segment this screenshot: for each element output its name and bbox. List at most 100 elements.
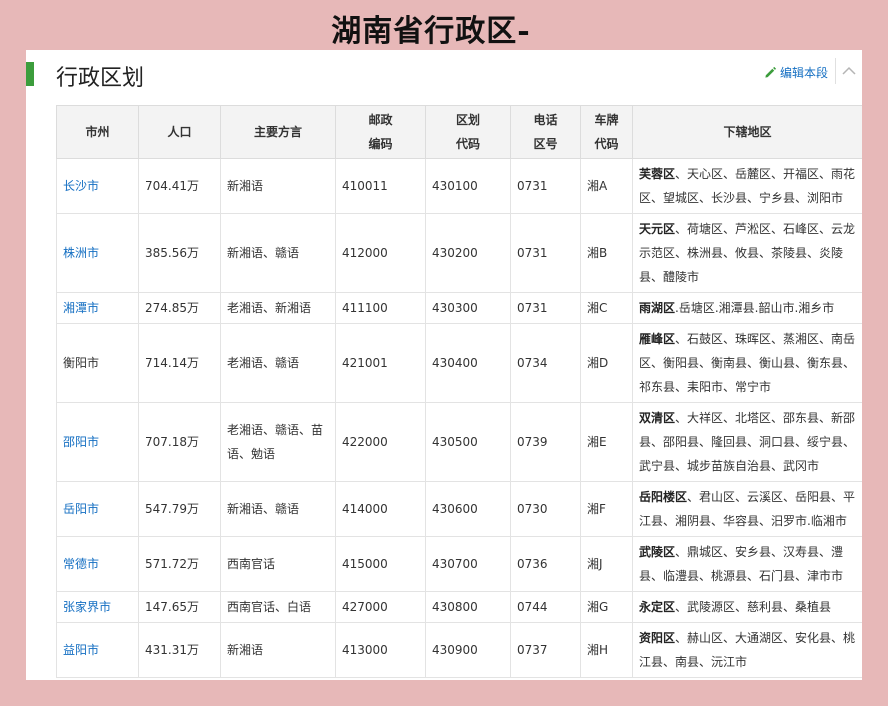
area-code-cell: 0731 xyxy=(510,213,581,293)
population-cell: 274.85万 xyxy=(138,292,221,324)
plate-code-cell: 湘E xyxy=(580,402,633,482)
population-cell: 431.31万 xyxy=(138,622,221,678)
subdivisions-cell: 雁峰区、石鼓区、珠晖区、蒸湘区、南岳区、衡阳县、衡南县、衡山县、衡东县、祁东县、… xyxy=(632,323,862,403)
table-row: 长沙市 704.41万 新湘语 410011 430100 0731 湘A 芙蓉区、天心区、岳… xyxy=(56,158,862,214)
section-title: 行政区划 xyxy=(56,66,145,91)
table-row: 株洲市 385.56万 新湘语、赣语 412000 430200 0731 湘B 天元区、荷塘… xyxy=(56,213,862,293)
subdivisions-cell: 双清区、大祥区、北塔区、邵东县、新邵县、邵阳县、隆回县、洞口县、绥宁县、武宁县、… xyxy=(632,402,862,482)
division-code-cell: 430100 xyxy=(425,158,511,214)
table-row: 常德市 571.72万 西南官话 415000 430700 0736 湘J 武陵区、鼎城区、… xyxy=(56,536,862,592)
content-card: 行政区划 编辑本段 市州 人口 主要方言 邮政 编码 区划 代码 电话 区号 车… xyxy=(26,50,862,680)
dialect-cell: 老湘语、新湘语 xyxy=(220,292,336,324)
dialect-cell: 老湘语、赣语 xyxy=(220,323,336,403)
table-row: 岳阳市 547.79万 新湘语、赣语 414000 430600 0730 湘F 岳阳楼区、君… xyxy=(56,481,862,537)
seat-district: 芙蓉区 xyxy=(639,167,676,181)
division-code-cell: 430200 xyxy=(425,213,511,293)
subdivisions-cell: 芙蓉区、天心区、岳麓区、开福区、雨花区、望城区、长沙县、宁乡县、浏阳市 xyxy=(632,158,862,214)
division-code-cell: 430600 xyxy=(425,481,511,537)
dialect-cell: 西南官话 xyxy=(220,536,336,592)
plate-code-cell: 湘H xyxy=(580,622,633,678)
dialect-cell: 新湘语 xyxy=(220,158,336,214)
population-cell: 704.41万 xyxy=(138,158,221,214)
population-cell: 547.79万 xyxy=(138,481,221,537)
plate-code-cell: 湘G xyxy=(580,591,633,623)
postcode-cell: 410011 xyxy=(335,158,426,214)
area-code-cell: 0744 xyxy=(510,591,581,623)
seat-district: 双清区 xyxy=(639,411,676,425)
other-districts: .岳塘区.湘潭县.韶山市.湘乡市 xyxy=(675,301,835,315)
population-cell: 571.72万 xyxy=(138,536,221,592)
postcode-cell: 411100 xyxy=(335,292,426,324)
city-link[interactable]: 张家界市 xyxy=(56,591,139,623)
admin-division-table: 市州 人口 主要方言 邮政 编码 区划 代码 电话 区号 车牌 代码 下辖地区 … xyxy=(56,105,862,678)
table-header-row: 市州 人口 主要方言 邮政 编码 区划 代码 电话 区号 车牌 代码 下辖地区 xyxy=(56,105,862,159)
table-row: 湘潭市 274.85万 老湘语、新湘语 411100 430300 0731 湘C 雨湖区.岳… xyxy=(56,292,862,324)
city-link[interactable]: 岳阳市 xyxy=(56,481,139,537)
area-code-cell: 0731 xyxy=(510,158,581,214)
population-cell: 147.65万 xyxy=(138,591,221,623)
division-code-cell: 430800 xyxy=(425,591,511,623)
postcode-cell: 414000 xyxy=(335,481,426,537)
city-link[interactable]: 长沙市 xyxy=(56,158,139,214)
city-link[interactable]: 常德市 xyxy=(56,536,139,592)
seat-district: 资阳区 xyxy=(639,631,676,645)
table-row: 张家界市 147.65万 西南官话、白语 427000 430800 0744 湘G 永定区、… xyxy=(56,591,862,623)
city-link[interactable]: 湘潭市 xyxy=(56,292,139,324)
postcode-cell: 427000 xyxy=(335,591,426,623)
seat-district: 雁峰区 xyxy=(639,332,676,346)
other-districts: 、武陵源区、慈利县、桑植县 xyxy=(675,600,832,614)
table-row: 益阳市 431.31万 新湘语 413000 430900 0737 湘H 资阳区、赫山区、大… xyxy=(56,622,862,678)
plate-code-cell: 湘F xyxy=(580,481,633,537)
plate-code-cell: 湘A xyxy=(580,158,633,214)
dialect-cell: 西南官话、白语 xyxy=(220,591,336,623)
header-postcode: 邮政 编码 xyxy=(335,105,426,159)
dialect-cell: 新湘语 xyxy=(220,622,336,678)
city-link[interactable]: 株洲市 xyxy=(56,213,139,293)
pencil-icon xyxy=(765,66,777,78)
edit-section-label: 编辑本段 xyxy=(779,66,828,80)
division-code-cell: 430700 xyxy=(425,536,511,592)
city-link: 衡阳市 xyxy=(56,323,139,403)
chevron-up-icon xyxy=(842,66,856,75)
postcode-cell: 421001 xyxy=(335,323,426,403)
postcode-cell: 412000 xyxy=(335,213,426,293)
dialect-cell: 新湘语、赣语 xyxy=(220,481,336,537)
area-code-cell: 0739 xyxy=(510,402,581,482)
postcode-cell: 413000 xyxy=(335,622,426,678)
area-code-cell: 0737 xyxy=(510,622,581,678)
subdivisions-cell: 武陵区、鼎城区、安乡县、汉寿县、澧县、临澧县、桃源县、石门县、津市市 xyxy=(632,536,862,592)
seat-district: 武陵区 xyxy=(639,545,676,559)
area-code-cell: 0736 xyxy=(510,536,581,592)
header-city: 市州 xyxy=(56,105,139,159)
area-code-cell: 0734 xyxy=(510,323,581,403)
subdivisions-cell: 雨湖区.岳塘区.湘潭县.韶山市.湘乡市 xyxy=(632,292,862,324)
postcode-cell: 422000 xyxy=(335,402,426,482)
dialect-cell: 新湘语、赣语 xyxy=(220,213,336,293)
collapse-toggle[interactable] xyxy=(835,58,862,84)
header-plate-code: 车牌 代码 xyxy=(580,105,633,159)
seat-district: 雨湖区 xyxy=(639,301,676,315)
population-cell: 385.56万 xyxy=(138,213,221,293)
city-link[interactable]: 益阳市 xyxy=(56,622,139,678)
header-dialect: 主要方言 xyxy=(220,105,336,159)
division-code-cell: 430500 xyxy=(425,402,511,482)
plate-code-cell: 湘J xyxy=(580,536,633,592)
seat-district: 永定区 xyxy=(639,600,676,614)
subdivisions-cell: 永定区、武陵源区、慈利县、桑植县 xyxy=(632,591,862,623)
seat-district: 天元区 xyxy=(639,222,676,236)
edit-section-link[interactable]: 编辑本段 xyxy=(764,64,828,81)
header-subdivisions: 下辖地区 xyxy=(632,105,862,159)
population-cell: 714.14万 xyxy=(138,323,221,403)
table-row: 衡阳市 714.14万 老湘语、赣语 421001 430400 0734 湘D 雁峰区、石鼓… xyxy=(56,323,862,403)
area-code-cell: 0730 xyxy=(510,481,581,537)
seat-district: 岳阳楼区 xyxy=(639,490,688,504)
city-link[interactable]: 邵阳市 xyxy=(56,402,139,482)
header-area-code: 电话 区号 xyxy=(510,105,581,159)
division-code-cell: 430300 xyxy=(425,292,511,324)
header-division-code: 区划 代码 xyxy=(425,105,511,159)
postcode-cell: 415000 xyxy=(335,536,426,592)
plate-code-cell: 湘B xyxy=(580,213,633,293)
header-population: 人口 xyxy=(138,105,221,159)
table-row: 邵阳市 707.18万 老湘语、赣语、苗语、勉语 422000 430500 0739 湘E… xyxy=(56,402,862,482)
plate-code-cell: 湘C xyxy=(580,292,633,324)
